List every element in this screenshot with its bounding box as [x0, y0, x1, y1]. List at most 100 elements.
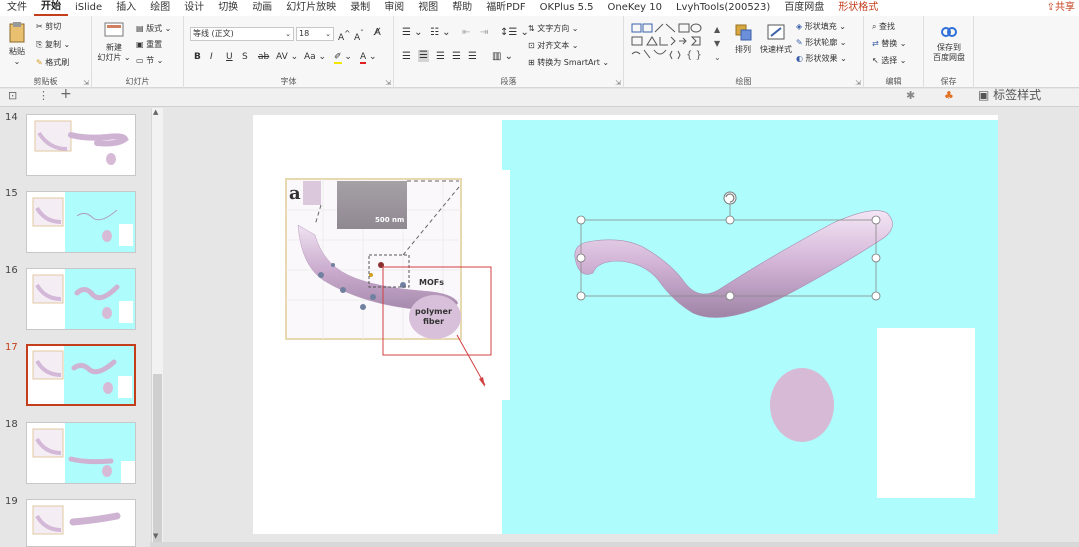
more-icon[interactable]: ⋮ — [38, 90, 49, 101]
columns-icon[interactable]: ▥ ⌄ — [492, 52, 513, 62]
slide-thumbnail-19[interactable] — [26, 499, 136, 547]
underline-button[interactable]: U — [226, 52, 233, 62]
shape-fill-button[interactable]: ◈ 形状填充 ⌄ — [796, 22, 846, 32]
resize-handle[interactable] — [576, 215, 586, 225]
resize-handle[interactable] — [725, 291, 735, 301]
menu-tab[interactable]: 幻灯片放映 — [279, 0, 343, 16]
slide-thumbnail-17[interactable] — [26, 344, 136, 406]
menu-tab[interactable]: 切换 — [211, 0, 245, 16]
arrange-button[interactable]: 排列 — [730, 22, 756, 55]
white-rectangle[interactable] — [877, 328, 975, 498]
shape-effects-button[interactable]: ◐ 形状效果 ⌄ — [796, 54, 847, 64]
grow-font-button[interactable]: A^ — [338, 29, 350, 43]
save-to-baidu-button[interactable]: 保存到 百度网盘 — [928, 22, 970, 63]
menu-tab[interactable]: 福昕PDF — [479, 0, 532, 16]
dialog-launcher-icon[interactable]: ⇲ — [83, 79, 89, 87]
pink-ellipse[interactable] — [770, 368, 834, 442]
char-spacing-button[interactable]: AV ⌄ — [276, 52, 298, 62]
font-size-combo[interactable]: 18 ⌄ — [296, 27, 334, 41]
shapes-gallery[interactable]: { } ▲ ▼ ⌄ — [630, 22, 726, 68]
menu-tab[interactable]: 百度网盘 — [777, 0, 831, 16]
line-spacing-icon[interactable]: ↕☰ ⌄ — [500, 28, 529, 38]
slide-sorter-icon[interactable]: ⊡ — [8, 90, 17, 101]
quick-styles-button[interactable]: 快速样式 — [758, 22, 794, 55]
bold-button[interactable]: B — [194, 52, 201, 62]
highlight-icon[interactable]: ✐ ⌄ — [334, 52, 352, 64]
slide-thumbnail-16[interactable] — [26, 268, 136, 330]
menu-tab[interactable]: 形状格式 — [831, 0, 885, 16]
decrease-indent-icon[interactable]: ⇤ — [462, 28, 470, 38]
dialog-launcher-icon[interactable]: ⇲ — [855, 79, 861, 87]
menu-tab[interactable]: 设计 — [177, 0, 211, 16]
resize-handle[interactable] — [576, 291, 586, 301]
menu-tab[interactable]: iSlide — [68, 0, 109, 16]
shrink-font-button[interactable]: Aˇ — [354, 29, 364, 43]
find-button[interactable]: ⌕ 查找 — [872, 22, 895, 32]
menu-tab[interactable]: 审阅 — [377, 0, 411, 16]
shape-outline-button[interactable]: ✎ 形状轮廓 ⌄ — [796, 38, 847, 48]
reset-button[interactable]: ▣ 重置 — [136, 40, 162, 50]
resize-handle[interactable] — [871, 215, 881, 225]
resize-handle[interactable] — [871, 253, 881, 263]
rotate-handle[interactable] — [723, 191, 737, 205]
layout-button[interactable]: ▤ 版式 ⌄ — [136, 24, 171, 34]
menu-tab[interactable]: 录制 — [343, 0, 377, 16]
slide-17[interactable]: a 500 nm MOFs polymer fiber — [253, 115, 998, 534]
italic-button[interactable]: I — [210, 52, 213, 62]
dialog-launcher-icon[interactable]: ⇲ — [615, 79, 621, 87]
font-name-combo[interactable]: 等线 (正文) ⌄ — [190, 27, 294, 41]
resize-handle[interactable] — [871, 291, 881, 301]
menu-tab[interactable]: 插入 — [109, 0, 143, 16]
slide-thumbnail-14[interactable] — [26, 114, 136, 176]
numbering-icon[interactable]: ☷ ⌄ — [430, 28, 451, 38]
strikethrough-button[interactable]: ab — [258, 52, 269, 62]
select-button[interactable]: ↖ 选择 ⌄ — [872, 56, 907, 66]
clear-format-icon[interactable]: A̸ — [374, 28, 381, 38]
menu-tab[interactable]: OneKey 10 — [601, 0, 669, 16]
align-text-button[interactable]: ⊡ 对齐文本 ⌄ — [528, 41, 579, 51]
increase-indent-icon[interactable]: ⇥ — [480, 28, 488, 38]
distribute-icon[interactable]: ☰ — [468, 52, 477, 62]
dialog-launcher-icon[interactable]: ⇲ — [385, 79, 391, 87]
tag-style-button[interactable]: ▣ 标签样式 — [978, 89, 1041, 101]
paste-button[interactable]: 粘贴 ⌄ — [4, 20, 30, 67]
add-icon[interactable]: + — [60, 87, 72, 101]
change-case-button[interactable]: Aa ⌄ — [304, 52, 326, 62]
menu-tab[interactable]: LvyhTools(200523) — [669, 0, 777, 16]
bullets-icon[interactable]: ☰ ⌄ — [402, 28, 423, 38]
font-color-icon[interactable]: A ⌄ — [360, 52, 377, 64]
puzzle-icon[interactable]: ✱ — [906, 90, 915, 101]
format-painter-button[interactable]: ✎ 格式刷 — [36, 58, 69, 68]
cut-button[interactable]: ✂ 剪切 — [36, 22, 61, 32]
align-right-icon[interactable]: ☰ — [436, 52, 445, 62]
menu-tab[interactable]: 开始 — [34, 0, 68, 16]
figure-image[interactable] — [285, 178, 492, 387]
slide-thumbnail-15[interactable] — [26, 191, 136, 253]
copy-button[interactable]: ⎘ 复制 ⌄ — [36, 40, 70, 50]
replace-button[interactable]: ⇄ 替换 ⌄ — [872, 39, 907, 49]
menu-tab[interactable]: 动画 — [245, 0, 279, 16]
share-button[interactable]: ⇪共享 — [1044, 0, 1077, 16]
smartart-button[interactable]: ⊞ 转换为 SmartArt ⌄ — [528, 58, 609, 68]
justify-icon[interactable]: ☰ — [452, 52, 461, 62]
align-center-icon[interactable]: ☰ — [418, 50, 429, 62]
menu-tab[interactable]: OKPlus 5.5 — [533, 0, 601, 16]
section-button[interactable]: ▭ 节 ⌄ — [136, 56, 163, 66]
align-left-icon[interactable]: ☰ — [402, 52, 411, 62]
shadow-button[interactable]: S — [242, 52, 248, 62]
menu-tab[interactable]: 文件 — [0, 0, 34, 16]
text-direction-button[interactable]: ⇅ 文字方向 ⌄ — [528, 24, 579, 34]
thumbnail-scrollbar[interactable]: ▲ ▼ — [151, 108, 163, 544]
resize-handle[interactable] — [725, 215, 735, 225]
menu-tab[interactable]: 绘图 — [143, 0, 177, 16]
status-strip — [150, 542, 1079, 547]
scroll-down-icon[interactable]: ▼ — [153, 532, 158, 540]
menu-tab[interactable]: 帮助 — [445, 0, 479, 16]
menu-tab[interactable]: 视图 — [411, 0, 445, 16]
addin-icon[interactable]: ♣ — [944, 90, 954, 101]
slide-thumbnail-18[interactable] — [26, 422, 136, 484]
resize-handle[interactable] — [576, 253, 586, 263]
new-slide-button[interactable]: 新建 幻灯片 ⌄ — [96, 20, 132, 63]
scrollbar-thumb[interactable] — [153, 374, 162, 542]
scroll-up-icon[interactable]: ▲ — [153, 108, 158, 116]
